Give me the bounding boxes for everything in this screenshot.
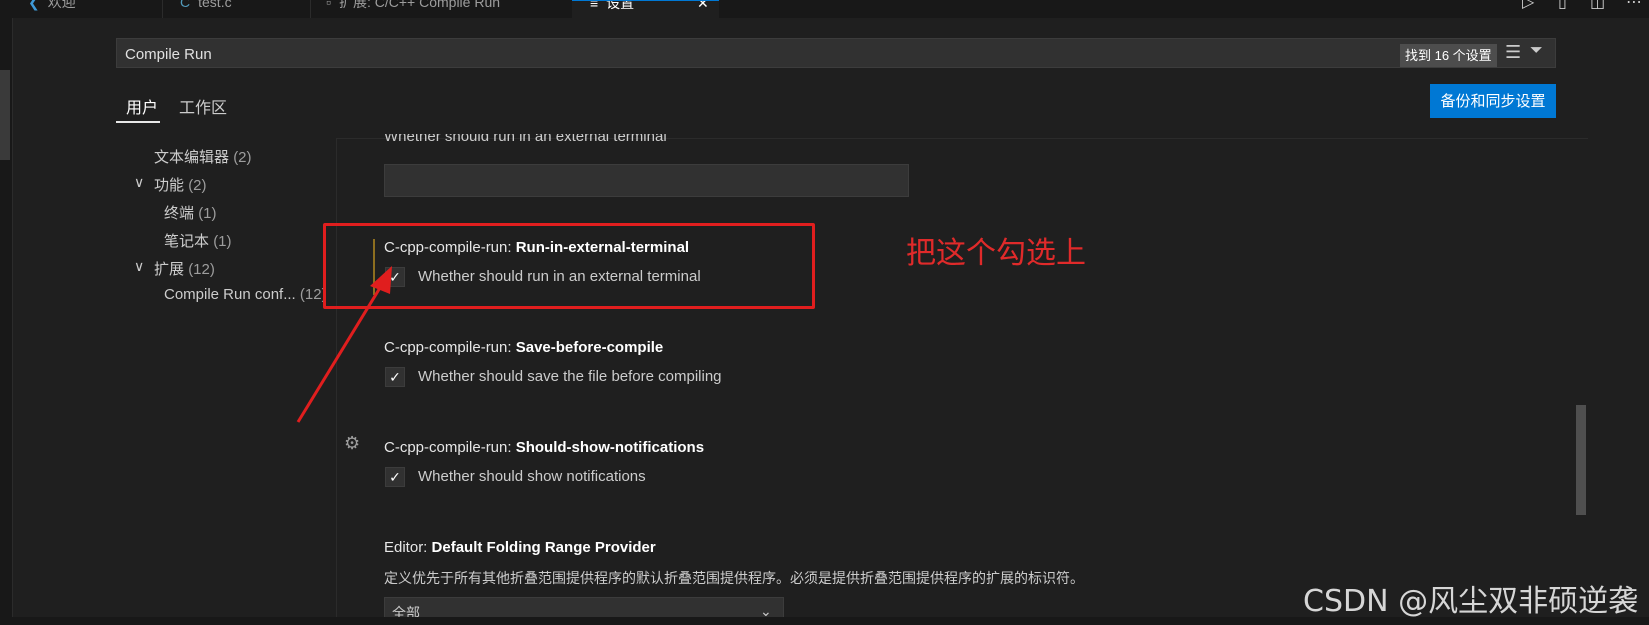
setting-title-default-folding-range-provider: Editor: Default Folding Range Provider: [384, 539, 656, 556]
clear-filter-icon[interactable]: ☰: [1505, 42, 1521, 63]
chevron-down-icon[interactable]: ∨: [134, 174, 144, 191]
toc-label: 功能: [154, 177, 185, 194]
toc-item-notebook[interactable]: 笔记本 (1): [164, 230, 232, 251]
tab-user[interactable]: 用户: [126, 94, 158, 118]
results-count-badge: 找到 16 个设置: [1400, 44, 1497, 67]
toc-item-text-editor[interactable]: 文本编辑器 (2): [154, 146, 252, 167]
setting-category: C-cpp-compile-run:: [384, 439, 516, 456]
setting-title-should-show-notifications: C-cpp-compile-run: Should-show-notificat…: [384, 439, 704, 456]
tab-label: test.c: [198, 0, 232, 10]
setting-name: Should-show-notifications: [515, 439, 705, 456]
tab-divider: [162, 0, 163, 18]
setting-name: Default Folding Range Provider: [431, 539, 656, 556]
open-file-icon[interactable]: ▯: [1558, 0, 1567, 11]
tab-divider: [310, 0, 311, 18]
tab-settings[interactable]: ≡ 设置 ✕: [572, 0, 719, 18]
tab-label: 扩展: C/C++ Compile Run: [338, 0, 501, 10]
active-tab-indicator: [116, 121, 160, 123]
toc-label: 笔记本: [164, 233, 210, 250]
toc-count: (1): [213, 233, 232, 250]
toc-count: (2): [188, 177, 207, 194]
extension-icon: ▫: [326, 0, 331, 10]
settings-icon: ≡: [590, 0, 599, 11]
search-value: Compile Run: [125, 46, 212, 63]
split-editor-icon[interactable]: ◫: [1590, 0, 1605, 11]
watermark: CSDN @风尘双非硕逆袭: [1303, 584, 1639, 619]
toc-label: 扩展: [154, 261, 185, 278]
setting-name: Save-before-compile: [515, 339, 664, 356]
setting-description: 定义优先于所有其他折叠范围提供程序的默认折叠范围提供程序。必须是提供折叠范围提供…: [384, 570, 1084, 586]
tab-extension[interactable]: ▫ 扩展: C/C++ Compile Run: [326, 0, 561, 18]
tab-test-c[interactable]: Ctest.c: [180, 0, 305, 18]
vscode-logo-icon: ❮: [28, 0, 40, 10]
close-icon[interactable]: ✕: [697, 1, 709, 10]
checkbox-should-show-notifications[interactable]: ✓: [385, 467, 405, 487]
tab-label: 设置: [606, 0, 635, 11]
chevron-down-icon[interactable]: ∨: [134, 258, 144, 275]
setting-description: Whether should show notifications: [418, 468, 646, 485]
setting-description: Whether should run in an external termin…: [384, 134, 667, 144]
toc-label: Compile Run conf...: [164, 286, 296, 303]
tab-welcome[interactable]: ❮ 欢迎: [28, 0, 158, 18]
scrollbar-thumb[interactable]: [0, 70, 10, 160]
gear-icon[interactable]: ⚙: [344, 433, 360, 454]
toc-count: (2): [233, 149, 252, 166]
toc-item-features[interactable]: 功能 (2): [154, 174, 207, 195]
tab-workspace[interactable]: 工作区: [179, 94, 227, 118]
c-file-icon: C: [180, 0, 191, 10]
toc-label: 文本编辑器: [154, 149, 230, 166]
setting-text-input[interactable]: [384, 164, 909, 197]
tab-label: 欢迎: [47, 0, 76, 10]
setting-description: Whether should save the file before comp…: [418, 368, 722, 385]
annotation-arrow: [296, 266, 392, 423]
annotation-note: 把这个勾选上: [906, 236, 1086, 271]
settings-search-input[interactable]: [116, 38, 1556, 68]
more-actions-icon[interactable]: ⋯: [1626, 0, 1642, 11]
toc-count: (1): [198, 205, 217, 222]
toc-item-extensions[interactable]: 扩展 (12): [154, 258, 215, 279]
filter-icon[interactable]: ⏷: [1530, 42, 1543, 60]
run-icon[interactable]: ▷: [1522, 0, 1534, 11]
setting-category: Editor:: [384, 539, 432, 556]
toc-count: (12): [188, 261, 215, 278]
settings-scrollbar-thumb[interactable]: [1576, 405, 1586, 515]
toc-item-terminal[interactable]: 终端 (1): [164, 202, 217, 223]
backup-sync-button[interactable]: 备份和同步设置: [1430, 84, 1556, 118]
setting-title-save-before-compile: C-cpp-compile-run: Save-before-compile: [384, 339, 663, 356]
toc-label: 终端: [164, 205, 195, 222]
